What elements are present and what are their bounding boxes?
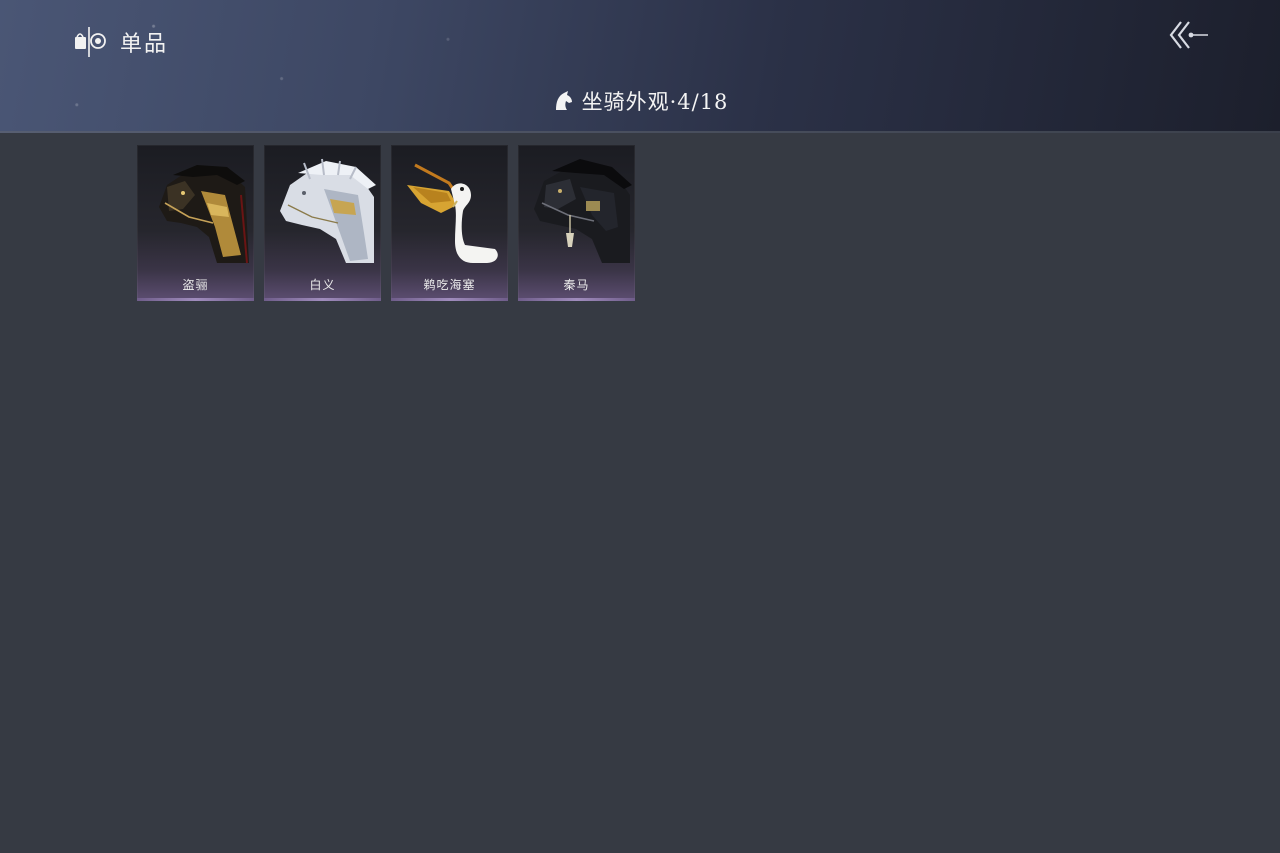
item-name: 秦马 (563, 278, 590, 292)
bag-coin-icon (74, 25, 106, 59)
black-armored-horse-icon (534, 159, 632, 263)
item-card-qinma[interactable]: 秦马 (518, 145, 635, 301)
banner-divider (0, 131, 1280, 133)
item-name: 鹈吃海塞 (423, 278, 476, 292)
item-grid: 盗骊 白义 鹈吃海塞 秦马 (137, 145, 635, 301)
item-card-daoli[interactable]: 盗骊 (137, 145, 254, 301)
section-title: 坐骑外观·4/18 (0, 84, 1280, 118)
pelican-icon (407, 163, 498, 263)
item-card-pelican[interactable]: 鹈吃海塞 (391, 145, 508, 301)
item-card-baiyi[interactable]: 白义 (264, 145, 381, 301)
double-chevron-left-icon (1169, 21, 1208, 49)
back-button[interactable] (1166, 18, 1210, 52)
item-name: 盗骊 (182, 278, 209, 292)
item-name: 白义 (309, 278, 336, 292)
dark-gold-armored-horse-icon (159, 165, 249, 264)
section-title-text: 坐骑外观·4/18 (581, 90, 729, 114)
page-header: 单品 (74, 24, 168, 60)
page-title: 单品 (120, 32, 169, 57)
white-silver-horse-icon (280, 158, 376, 263)
horse-head-icon (555, 91, 572, 110)
